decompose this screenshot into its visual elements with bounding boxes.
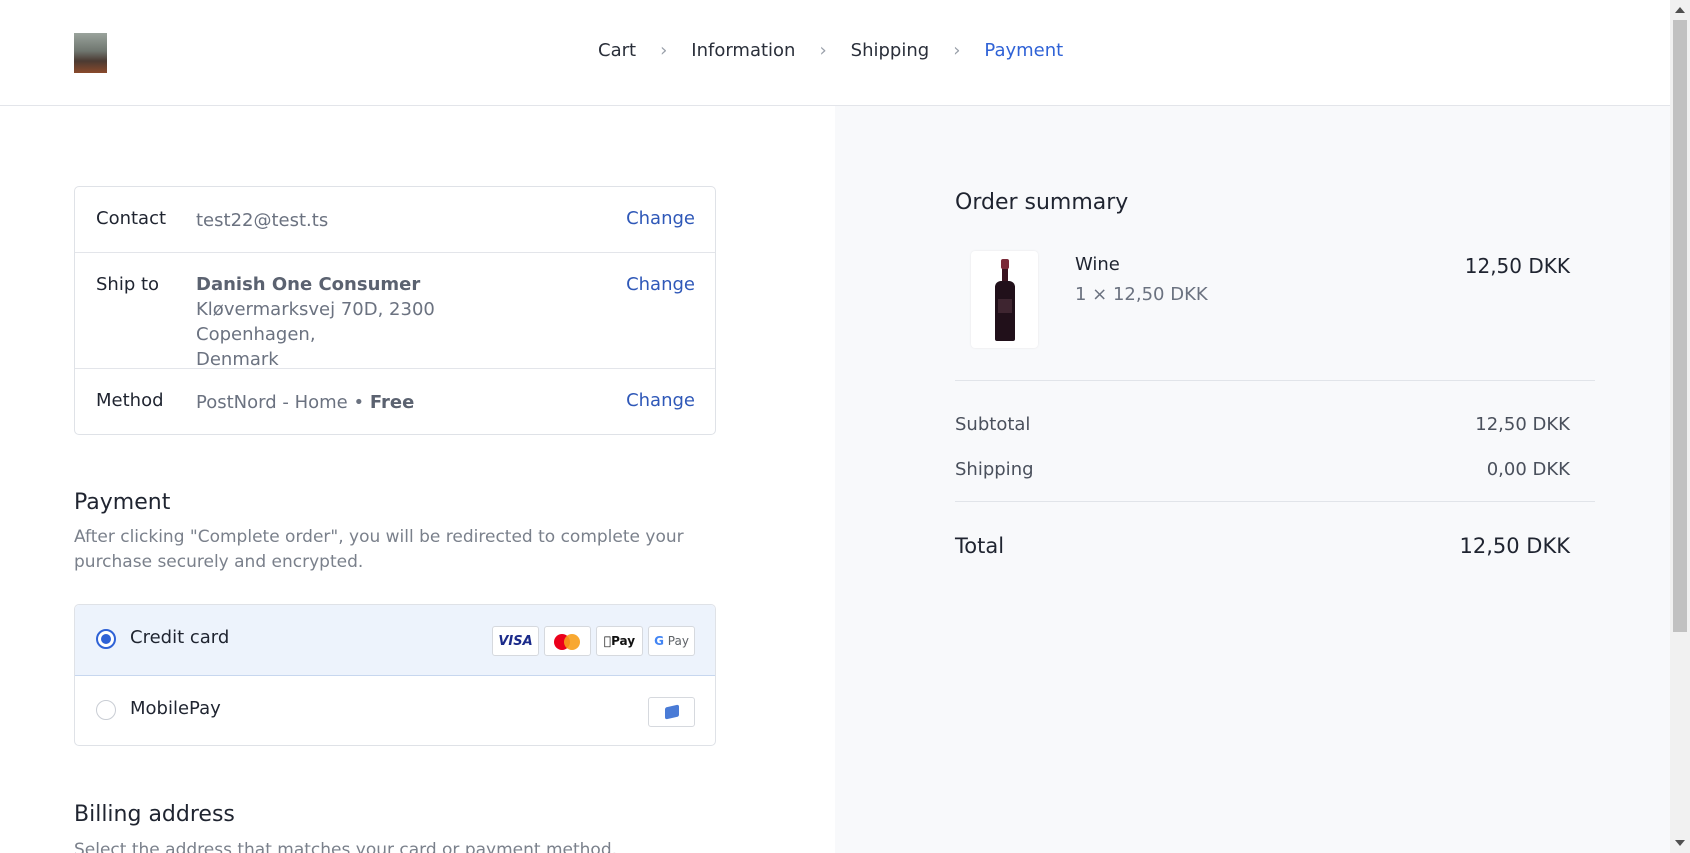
- breadcrumb-information[interactable]: Information: [691, 40, 795, 61]
- contact-change-link[interactable]: Change: [626, 208, 695, 229]
- order-summary-title: Order summary: [955, 190, 1129, 215]
- shipping-value: 0,00 DKK: [1486, 459, 1570, 480]
- payment-options: Credit card VISA Pay G Pay MobilePay: [74, 604, 716, 746]
- breadcrumb: Cart › Information › Shipping › Payment: [598, 40, 1063, 61]
- ship-to-label: Ship to: [96, 274, 160, 295]
- google-pay-icon: G Pay: [648, 626, 695, 656]
- contact-label: Contact: [96, 208, 167, 229]
- payment-option-mobilepay[interactable]: MobilePay: [75, 676, 715, 745]
- method-name: PostNord - Home: [196, 392, 348, 413]
- scroll-up-icon[interactable]: [1675, 7, 1685, 13]
- apple-pay-icon: Pay: [596, 626, 643, 656]
- contact-value: test22@test.ts: [196, 210, 329, 231]
- billing-title: Billing address: [74, 802, 235, 827]
- store-logo[interactable]: [74, 33, 107, 73]
- radio-mobilepay[interactable]: [96, 700, 116, 720]
- breadcrumb-cart[interactable]: Cart: [598, 40, 636, 61]
- scroll-thumb[interactable]: [1673, 20, 1687, 632]
- product-image: [971, 251, 1038, 348]
- ship-to-name: Danish One Consumer: [196, 274, 421, 295]
- mobilepay-icon: [648, 697, 695, 727]
- method-separator: •: [353, 392, 365, 413]
- chevron-right-icon: ›: [953, 40, 961, 61]
- checkout-header: Cart › Information › Shipping › Payment: [0, 0, 1670, 106]
- ship-to-address-line1: Kløvermarksvej 70D, 2300 Copenhagen,: [196, 299, 435, 345]
- subtotal-label: Subtotal: [955, 414, 1031, 435]
- method-value: PostNord - Home • Free: [196, 390, 414, 415]
- product-name: Wine: [1075, 254, 1120, 275]
- method-label: Method: [96, 390, 164, 411]
- billing-description: Select the address that matches your car…: [74, 840, 618, 853]
- credit-card-label: Credit card: [130, 627, 230, 648]
- total-label: Total: [955, 534, 1005, 558]
- wine-bottle-icon: [995, 259, 1015, 341]
- shipping-label: Shipping: [955, 459, 1034, 480]
- method-change-link[interactable]: Change: [626, 390, 695, 411]
- scroll-down-icon[interactable]: [1675, 840, 1685, 846]
- mastercard-icon: [544, 626, 591, 656]
- order-summary-panel: Order summary Wine 1 × 12,50 DKK 12,50 D…: [835, 106, 1670, 853]
- breadcrumb-shipping[interactable]: Shipping: [851, 40, 930, 61]
- subtotal-value: 12,50 DKK: [1475, 414, 1570, 435]
- review-box: Contact test22@test.ts Change Ship to Da…: [74, 186, 716, 435]
- visa-icon: VISA: [492, 626, 539, 656]
- summary-divider: [955, 380, 1595, 381]
- breadcrumb-payment: Payment: [984, 40, 1064, 61]
- chevron-right-icon: ›: [660, 40, 668, 61]
- payment-option-credit-card[interactable]: Credit card VISA Pay G Pay: [75, 605, 715, 676]
- payment-description: After clicking "Complete order", you wil…: [74, 527, 684, 572]
- method-row: Method PostNord - Home • Free Change: [75, 369, 715, 436]
- chevron-right-icon: ›: [819, 40, 827, 61]
- contact-row: Contact test22@test.ts Change: [75, 187, 715, 253]
- product-quantity: 1 × 12,50 DKK: [1075, 284, 1208, 305]
- page-scrollbar[interactable]: [1670, 0, 1690, 853]
- total-divider: [955, 501, 1595, 502]
- ship-to-address: Danish One Consumer Kløvermarksvej 70D, …: [196, 272, 556, 372]
- product-price: 12,50 DKK: [1464, 254, 1570, 278]
- radio-credit-card[interactable]: [96, 629, 116, 649]
- card-icons: VISA Pay G Pay: [492, 626, 695, 656]
- mobilepay-label: MobilePay: [130, 698, 221, 719]
- checkout-main: Contact test22@test.ts Change Ship to Da…: [0, 106, 835, 853]
- total-value: 12,50 DKK: [1459, 534, 1570, 558]
- payment-title: Payment: [74, 490, 171, 515]
- method-price: Free: [369, 392, 415, 413]
- ship-to-change-link[interactable]: Change: [626, 274, 695, 295]
- ship-to-row: Ship to Danish One Consumer Kløvermarksv…: [75, 253, 715, 372]
